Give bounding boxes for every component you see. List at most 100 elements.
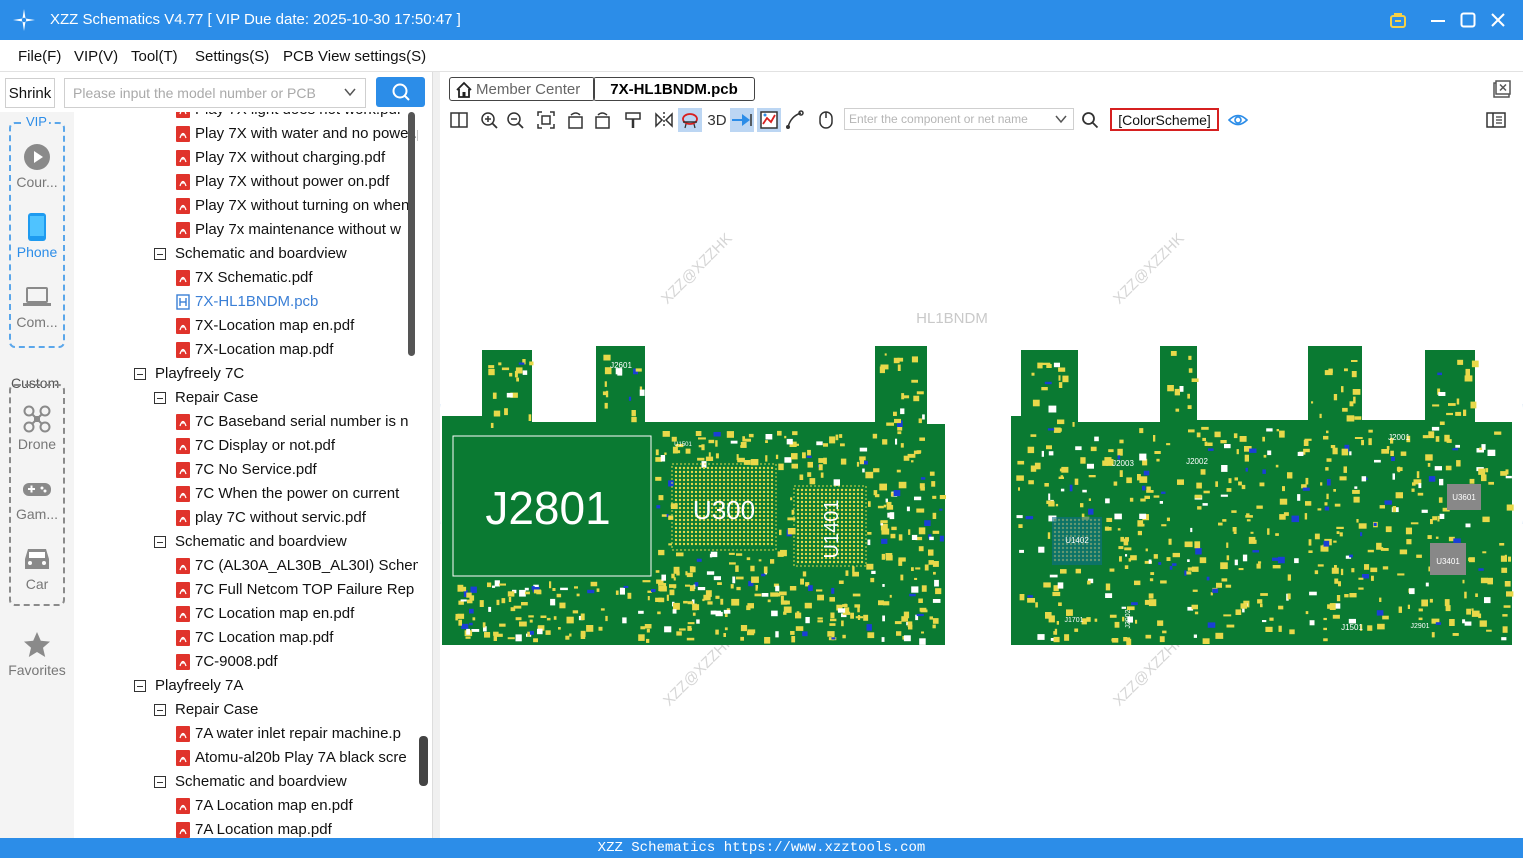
tree-file[interactable]: play 7C without servic.pdf xyxy=(74,506,418,530)
menu-file[interactable]: File(F) xyxy=(18,48,61,65)
pad xyxy=(1317,564,1324,567)
tree-file[interactable]: 7A Location map en.pdf xyxy=(74,794,418,818)
bga-ball xyxy=(734,490,738,494)
tree-folder[interactable]: Schematic and boardview xyxy=(74,530,418,554)
nav-item-courses[interactable]: Cour... xyxy=(0,142,74,190)
search-button[interactable] xyxy=(376,77,425,107)
tree-file[interactable]: 7C-9008.pdf xyxy=(74,650,418,674)
pad xyxy=(1119,556,1122,562)
rotate-left-button[interactable] xyxy=(564,108,588,132)
tree-file[interactable]: 7X Schematic.pdf xyxy=(74,266,418,290)
nav-item-phone[interactable]: Phone xyxy=(0,212,74,260)
collapse-toggle-icon[interactable] xyxy=(154,248,166,260)
vip-bag-button[interactable] xyxy=(1386,8,1410,32)
tree-file[interactable]: 7C (AL30A_AL30B_AL30I) Schem xyxy=(74,554,418,578)
nav-item-gamepad[interactable]: Gam... xyxy=(0,474,74,522)
tree-folder[interactable]: Playfreely 7A xyxy=(74,674,418,698)
nav-item-car[interactable]: Car xyxy=(0,544,74,592)
rotate-right-button[interactable] xyxy=(590,108,614,132)
menu-pcb-view-settings[interactable]: PCB View settings(S) xyxy=(283,48,426,65)
bga-ball xyxy=(722,534,726,538)
mouse-mode-button[interactable] xyxy=(814,108,838,132)
tree-file[interactable]: 7A water inlet repair machine.p xyxy=(74,722,418,746)
fit-view-button[interactable] xyxy=(534,108,558,132)
tab-pcb-file[interactable]: 7X-HL1BNDM.pcb xyxy=(593,77,755,101)
chevron-down-icon[interactable] xyxy=(1054,112,1068,126)
shrink-button[interactable]: Shrink xyxy=(5,78,55,108)
collapse-toggle-icon[interactable] xyxy=(154,392,166,404)
zoom-in-button[interactable] xyxy=(477,108,501,132)
tree-file[interactable]: 7C Baseband serial number is n xyxy=(74,410,418,434)
label-j2003: J2003 xyxy=(1112,459,1134,468)
collapse-toggle-icon[interactable] xyxy=(154,536,166,548)
close-all-tabs-icon[interactable] xyxy=(1493,80,1511,98)
tree-folder[interactable]: Repair Case xyxy=(74,386,418,410)
tree-scroll-thumb-upper[interactable] xyxy=(408,112,415,356)
draw-trace-button[interactable] xyxy=(783,108,807,132)
tree-file[interactable]: 7C No Service.pdf xyxy=(74,458,418,482)
board-overlay-button[interactable] xyxy=(757,108,781,132)
tree-file[interactable]: Play 7x maintenance without w xyxy=(74,218,418,242)
tree-file[interactable]: Atomu-al20b Play 7A black scre xyxy=(74,746,418,770)
pad xyxy=(1336,526,1344,529)
tree-file[interactable]: 7C When the power on current xyxy=(74,482,418,506)
minimize-button[interactable] xyxy=(1426,8,1450,32)
visibility-button[interactable] xyxy=(1226,108,1250,132)
tree-file[interactable]: 7C Location map.pdf xyxy=(74,626,418,650)
tree-folder[interactable]: Schematic and boardview xyxy=(74,770,418,794)
tree-file[interactable]: Play 7X light does not work.pdf xyxy=(74,112,418,122)
bga-ball xyxy=(754,498,758,502)
pad xyxy=(698,437,706,440)
tree-file[interactable]: 7X-HL1BNDM.pcb xyxy=(74,290,418,314)
pad xyxy=(529,619,533,623)
tree-file[interactable]: 7X-Location map en.pdf xyxy=(74,314,418,338)
chevron-down-icon[interactable] xyxy=(343,85,357,99)
tab-member-center[interactable]: Member Center xyxy=(449,77,595,101)
component-search-button[interactable] xyxy=(1078,108,1102,132)
tree-file[interactable]: 7C Full Netcom TOP Failure Rep xyxy=(74,578,418,602)
maximize-button[interactable] xyxy=(1456,8,1480,32)
collapse-toggle-icon[interactable] xyxy=(134,680,146,692)
tree-file[interactable]: 7C Display or not.pdf xyxy=(74,434,418,458)
tree-file[interactable]: Play 7X without charging.pdf xyxy=(74,146,418,170)
tree-file[interactable]: Play 7X with water and no power.pdf xyxy=(74,122,418,146)
tree-scrollbar[interactable] xyxy=(408,112,432,838)
close-button[interactable] xyxy=(1486,8,1510,32)
split-view-button[interactable] xyxy=(447,108,471,132)
nav-item-computer[interactable]: Com... xyxy=(0,282,74,330)
nav-item-favorites[interactable]: Favorites xyxy=(0,630,74,678)
3d-view-button[interactable]: 3D xyxy=(704,108,730,132)
menu-tool[interactable]: Tool(T) xyxy=(131,48,178,65)
tree-folder[interactable]: Repair Case xyxy=(74,698,418,722)
bga-ball xyxy=(812,520,816,524)
pad xyxy=(623,585,629,588)
mirror-flip-button[interactable] xyxy=(652,108,676,132)
tree-file[interactable]: 7X-Location map.pdf xyxy=(74,338,418,362)
tree-folder[interactable]: Schematic and boardview xyxy=(74,242,418,266)
tree-file[interactable]: Play 7X without turning on when xyxy=(74,194,418,218)
menu-settings[interactable]: Settings(S) xyxy=(195,48,269,65)
collapse-toggle-icon[interactable] xyxy=(134,368,146,380)
pcb-board-view[interactable]: XZZ@XZZHK XZZ@XZZHKXZZ@XZZHK XZZ@XZZHK HL1… xyxy=(440,134,1523,838)
net-highlight-button[interactable] xyxy=(678,108,702,132)
pad xyxy=(1376,610,1384,616)
tree-file[interactable]: 7A Location map.pdf xyxy=(74,818,418,838)
paint-brush-button[interactable] xyxy=(621,108,645,132)
tree-folder[interactable]: Playfreely 7C xyxy=(74,362,418,386)
nav-item-drone[interactable]: Drone xyxy=(0,404,74,452)
zoom-out-button[interactable] xyxy=(503,108,527,132)
model-search-input[interactable] xyxy=(65,79,337,107)
side-panel-toggle-button[interactable] xyxy=(1484,108,1508,132)
collapse-toggle-icon[interactable] xyxy=(154,704,166,716)
tree-file[interactable]: Play 7X without power on.pdf xyxy=(74,170,418,194)
component-search-input[interactable] xyxy=(845,109,1050,129)
color-scheme-button[interactable]: [ColorScheme] xyxy=(1110,108,1219,131)
pcb-canvas[interactable]: XZZ@XZZHK XZZ@XZZHK XZZ@XZZHK XZZ@XZZHK HL1… xyxy=(440,134,1523,838)
tree-file[interactable]: 7C Location map en.pdf xyxy=(74,602,418,626)
pin-mode-button[interactable] xyxy=(730,108,754,132)
menu-vip[interactable]: VIP(V) xyxy=(74,48,118,65)
collapse-toggle-icon[interactable] xyxy=(154,776,166,788)
bga-ball xyxy=(816,504,820,508)
tree-scroll-thumb[interactable] xyxy=(419,736,428,786)
panel-splitter[interactable] xyxy=(432,72,440,838)
